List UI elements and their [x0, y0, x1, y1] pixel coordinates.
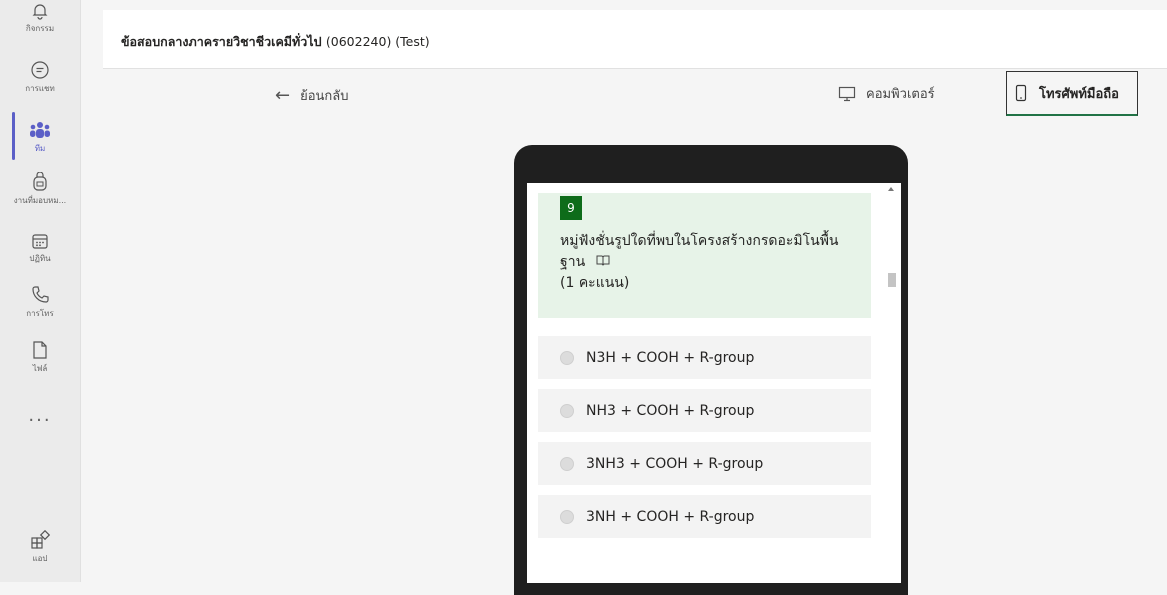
rail-teams-label: ทีม	[34, 144, 46, 153]
rail-calendar[interactable]: ปฏิทิน	[0, 232, 80, 265]
preview-scrollbar[interactable]	[885, 183, 901, 583]
mobile-view-button[interactable]: โทรศัพท์มือถือ	[1006, 71, 1138, 116]
radio-button[interactable]	[560, 456, 574, 471]
monitor-icon	[838, 86, 856, 101]
radio-button[interactable]	[560, 350, 574, 365]
answer-option[interactable]: 3NH + COOH + R-group	[538, 495, 871, 538]
teams-icon	[30, 122, 50, 138]
question-number: 9	[560, 196, 582, 220]
back-button[interactable]: ← ย้อนกลับ	[275, 83, 349, 107]
answer-option-label: N3H + COOH + R-group	[586, 349, 755, 366]
question-points: (1 คะแนน)	[560, 275, 630, 291]
radio-button[interactable]	[560, 509, 574, 524]
rail-activity[interactable]: กิจกรรม	[0, 2, 80, 35]
rail-files[interactable]: ไฟล์	[0, 340, 80, 375]
immersive-reader-icon[interactable]	[596, 254, 610, 267]
app-rail: กิจกรรม การแชท ทีม งานที่มอบหม... ปฏิทิน…	[0, 0, 81, 582]
rail-apps-label: แอป	[32, 554, 48, 563]
answer-option[interactable]: NH3 + COOH + R-group	[538, 389, 871, 432]
question-card: 9 หมู่ฟังชั่นรูปใดที่พบในโครงสร้างกรดอะม…	[538, 193, 871, 318]
mobile-phone-icon	[1015, 84, 1027, 102]
rail-activity-label: กิจกรรม	[25, 24, 55, 33]
radio-button[interactable]	[560, 403, 574, 418]
answer-option-label: NH3 + COOH + R-group	[586, 402, 755, 419]
scroll-thumb[interactable]	[888, 273, 896, 287]
rail-chat[interactable]: การแชท	[0, 60, 80, 95]
preview-toolbar: ← ย้อนกลับ คอมพิวเตอร์ โทรศัพท์มือถือ	[103, 69, 1167, 121]
computer-view-button[interactable]: คอมพิวเตอร์	[838, 83, 935, 104]
apps-icon	[31, 530, 50, 549]
phone-icon	[32, 286, 49, 303]
rail-calls[interactable]: การโทร	[0, 285, 80, 320]
rail-assignments-label: งานที่มอบหม...	[13, 196, 67, 205]
arrow-left-icon: ←	[275, 84, 291, 106]
chat-icon	[31, 61, 49, 79]
page-title: ข้อสอบกลางภาครายวิชาชีวเคมีทั่วไป (06022…	[121, 32, 430, 52]
answer-option-label: 3NH + COOH + R-group	[586, 508, 755, 525]
page-header: ข้อสอบกลางภาครายวิชาชีวเคมีทั่วไป (06022…	[103, 10, 1167, 69]
more-apps-button[interactable]: ...	[0, 405, 80, 426]
scroll-up-icon[interactable]	[888, 187, 894, 191]
form-code: (0602240) (Test)	[325, 34, 430, 49]
bell-icon	[32, 4, 48, 20]
backpack-icon	[33, 172, 47, 191]
answer-option[interactable]: 3NH3 + COOH + R-group	[538, 442, 871, 485]
answer-option[interactable]: N3H + COOH + R-group	[538, 336, 871, 379]
rail-teams[interactable]: ทีม	[0, 120, 80, 155]
calendar-icon	[32, 234, 48, 249]
rail-calendar-label: ปฏิทิน	[29, 254, 51, 263]
file-icon	[33, 341, 47, 359]
mobile-view-label: โทรศัพท์มือถือ	[1039, 86, 1119, 102]
rail-assignments[interactable]: งานที่มอบหม...	[0, 172, 80, 207]
rail-files-label: ไฟล์	[32, 364, 48, 373]
answer-option-label: 3NH3 + COOH + R-group	[586, 455, 764, 472]
rail-apps[interactable]: แอป	[0, 530, 80, 565]
question-text-block: หมู่ฟังชั่นรูปใดที่พบในโครงสร้างกรดอะมิโ…	[560, 231, 860, 294]
computer-view-label: คอมพิวเตอร์	[866, 87, 935, 102]
form-title: ข้อสอบกลางภาครายวิชาชีวเคมีทั่วไป	[121, 34, 322, 49]
rail-chat-label: การแชท	[25, 84, 55, 93]
rail-calls-label: การโทร	[26, 309, 54, 318]
back-label: ย้อนกลับ	[300, 88, 349, 104]
